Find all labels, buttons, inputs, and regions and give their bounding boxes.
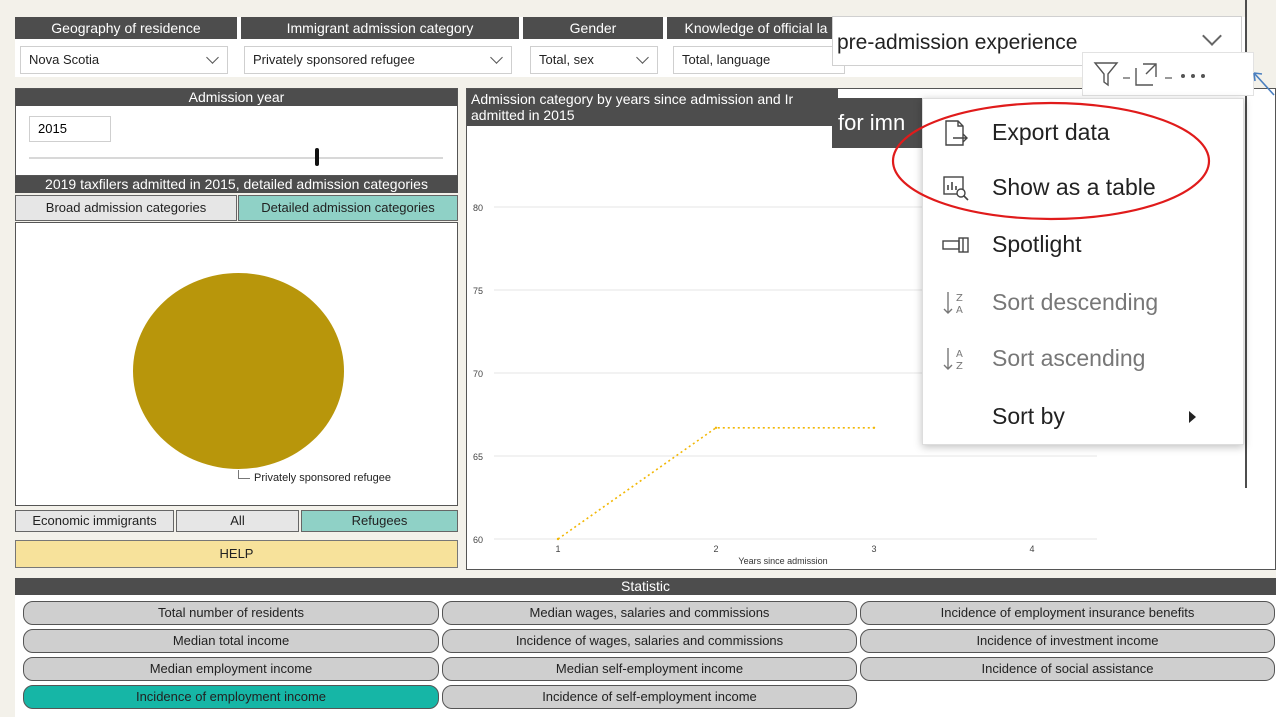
admission-year-input[interactable]: 2015 — [29, 116, 111, 142]
more-options-icon[interactable] — [1177, 60, 1213, 88]
all-toggle[interactable]: All — [176, 510, 299, 532]
y-tick-label: 60 — [473, 535, 483, 545]
language-dropdown[interactable]: Total, language — [673, 46, 845, 74]
x-axis-label: Years since admission — [738, 556, 827, 566]
toolbar-separator — [1165, 77, 1172, 79]
menu-item-sort-by[interactable]: Sort by — [923, 391, 1245, 441]
broad-categories-toggle[interactable]: Broad admission categories — [15, 195, 237, 221]
stat-button[interactable]: Total number of residents — [23, 601, 439, 625]
svg-text:A: A — [956, 305, 963, 316]
chart-title: Admission category by years since admiss… — [467, 89, 838, 126]
help-button[interactable]: HELP — [15, 540, 458, 568]
visual-header-toolbar — [1082, 52, 1254, 96]
filter-header-language: Knowledge of official la — [667, 17, 845, 39]
sort-descending-icon: Z A — [943, 292, 963, 316]
pie-slice-label: Privately sponsored refugee — [254, 472, 391, 484]
pointer-arrow-icon — [1253, 72, 1275, 96]
menu-item-spotlight[interactable]: Spotlight — [923, 219, 1245, 269]
statistic-title: Statistic — [15, 578, 1276, 595]
stat-button[interactable]: Median employment income — [23, 657, 439, 681]
stat-button[interactable]: Incidence of wages, salaries and commiss… — [442, 629, 857, 653]
y-tick-label: 75 — [473, 286, 483, 296]
stat-button-active[interactable]: Incidence of employment income — [23, 685, 439, 709]
gender-dropdown[interactable]: Total, sex — [530, 46, 658, 74]
y-tick-label: 65 — [473, 452, 483, 462]
admission-category-dropdown[interactable]: Privately sponsored refugee — [244, 46, 512, 74]
series-point — [714, 426, 718, 429]
chevron-down-icon — [206, 51, 219, 64]
x-tick-label: 1 — [555, 544, 560, 554]
y-tick-label: 70 — [473, 369, 483, 379]
svg-text:Z: Z — [956, 361, 963, 372]
focus-mode-icon[interactable] — [1133, 60, 1159, 88]
admission-year-slider-handle[interactable] — [315, 148, 320, 166]
chevron-down-icon — [490, 51, 503, 64]
series-line — [557, 426, 874, 540]
filter-icon[interactable] — [1093, 60, 1119, 88]
y-tick-label: 80 — [473, 203, 483, 213]
economic-immigrants-toggle[interactable]: Economic immigrants — [15, 510, 174, 532]
filter-header-admission-category: Immigrant admission category — [241, 17, 519, 39]
toolbar-separator — [1123, 77, 1130, 79]
stat-button[interactable]: Incidence of employment insurance benefi… — [860, 601, 1275, 625]
series-point — [872, 426, 876, 429]
series-point — [556, 537, 560, 541]
highlight-ellipse — [891, 101, 1211, 221]
geography-dropdown[interactable]: Nova Scotia — [20, 46, 228, 74]
menu-item-sort-descending[interactable]: Z A Sort descending — [923, 277, 1245, 327]
menu-item-label: Sort by — [992, 403, 1065, 429]
pie-slice-privately-sponsored-refugee[interactable] — [133, 273, 344, 469]
admission-year-title: Admission year — [16, 89, 457, 106]
svg-text:Z: Z — [956, 293, 963, 304]
language-value: Total, language — [682, 52, 771, 67]
submenu-arrow-icon — [1189, 411, 1196, 423]
statistic-button-grid: Total number of residents Median wages, … — [15, 595, 1276, 717]
stat-button[interactable]: Median self-employment income — [442, 657, 857, 681]
x-tick-label: 4 — [1029, 544, 1034, 554]
refugees-toggle[interactable]: Refugees — [301, 510, 458, 532]
admission-year-slider-track[interactable] — [29, 157, 443, 159]
svg-text:A: A — [956, 349, 963, 360]
geography-value: Nova Scotia — [29, 52, 100, 67]
menu-item-label: Sort ascending — [992, 345, 1146, 371]
stat-button[interactable]: Incidence of social assistance — [860, 657, 1275, 681]
x-tick-label: 3 — [871, 544, 876, 554]
x-tick-label: 2 — [713, 544, 718, 554]
pie-chart-card: Privately sponsored refugee — [15, 222, 458, 506]
menu-item-sort-ascending[interactable]: A Z Sort ascending — [923, 333, 1245, 383]
detailed-categories-title: 2019 taxfilers admitted in 2015, detaile… — [15, 176, 458, 193]
filter-header-gender: Gender — [523, 17, 663, 39]
stat-button[interactable]: Median wages, salaries and commissions — [442, 601, 857, 625]
filter-header-geography: Geography of residence — [15, 17, 237, 39]
spotlight-icon — [942, 237, 969, 253]
chevron-down-icon — [1202, 26, 1222, 46]
detailed-categories-toggle[interactable]: Detailed admission categories — [238, 195, 458, 221]
stat-button[interactable]: Incidence of self-employment income — [442, 685, 857, 709]
pre-admission-dropdown-value: pre-admission experience — [837, 31, 1078, 54]
menu-item-label: Sort descending — [992, 289, 1159, 315]
menu-item-label: Spotlight — [992, 231, 1082, 257]
sort-ascending-icon: A Z — [943, 348, 963, 372]
stat-button[interactable]: Median total income — [23, 629, 439, 653]
stat-button[interactable]: Incidence of investment income — [860, 629, 1275, 653]
chevron-down-icon — [636, 51, 649, 64]
pie-label-leader — [238, 470, 250, 479]
admission-year-card: Admission year 2015 — [15, 88, 458, 176]
gender-value: Total, sex — [539, 52, 594, 67]
admission-category-value: Privately sponsored refugee — [253, 52, 415, 67]
